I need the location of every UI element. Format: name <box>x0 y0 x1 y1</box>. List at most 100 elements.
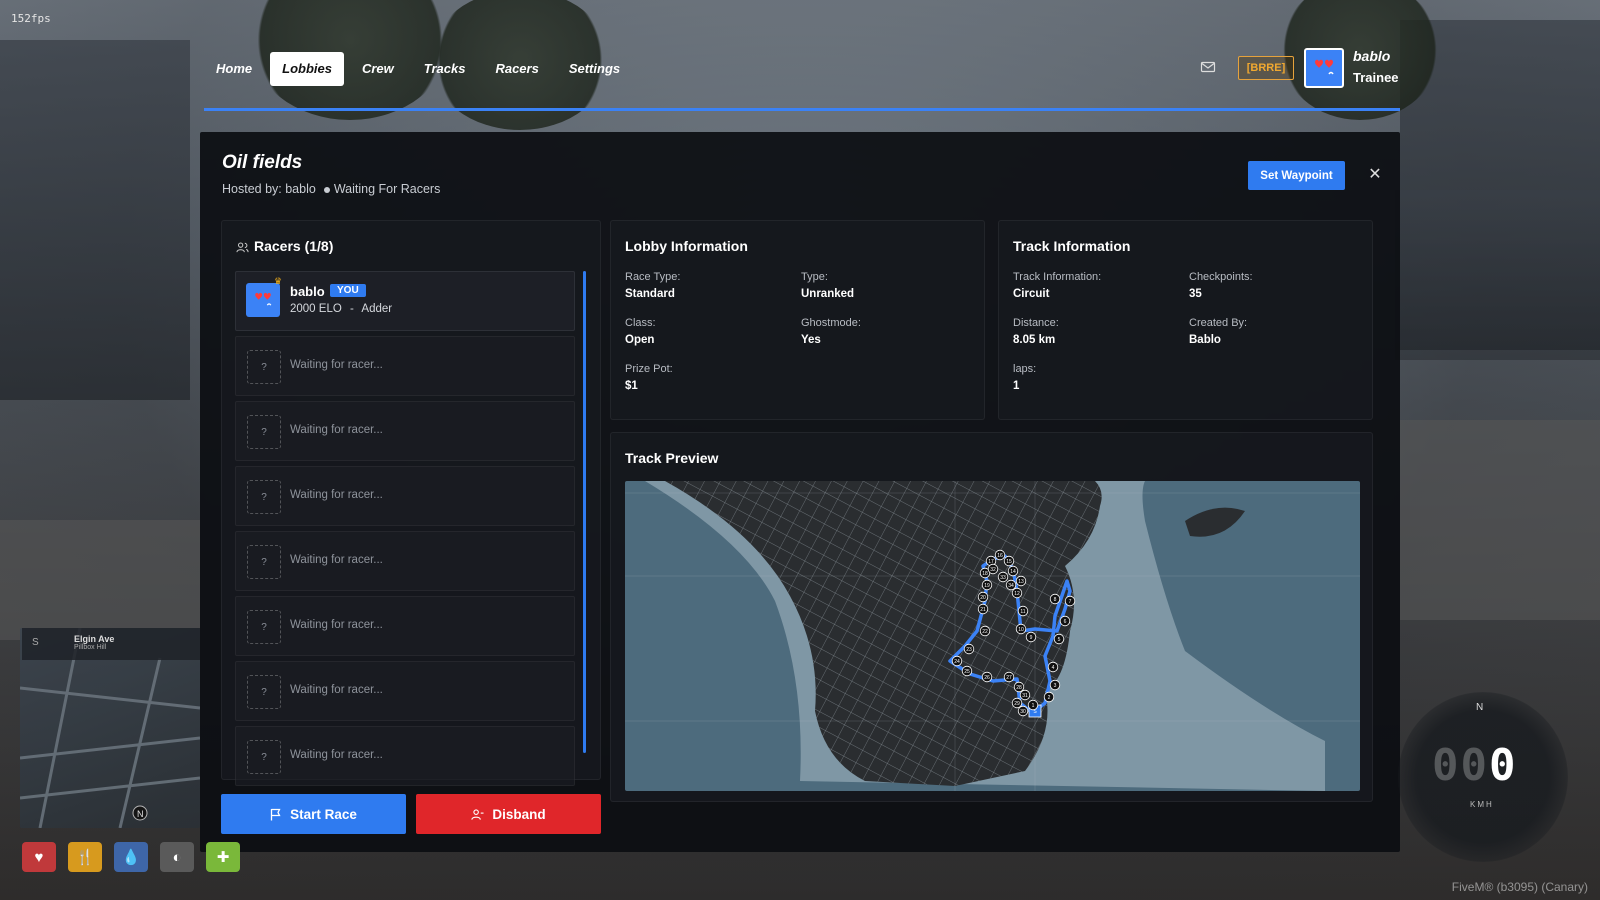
checkpoint-marker: 14 <box>1007 565 1019 577</box>
field-value: 1 <box>1013 380 1020 392</box>
waiting-label: Waiting for racer... <box>290 359 383 371</box>
racer-slot-empty: ? Waiting for racer... <box>235 661 575 721</box>
track-preview-title: Track Preview <box>625 450 719 466</box>
nav-tracks[interactable]: Tracks <box>412 52 478 86</box>
user-rank: Trainee <box>1353 70 1399 85</box>
checkpoint-label: 14 <box>1010 569 1016 575</box>
checkpoint-label: 32 <box>990 567 996 573</box>
checkpoint-marker: 1 <box>1027 699 1039 711</box>
field-label: Distance: <box>1013 317 1059 329</box>
checkpoint-label: 3 <box>1054 683 1057 689</box>
minimap-north: N <box>137 809 144 819</box>
checkpoint-marker: 15 <box>1003 555 1015 567</box>
checkpoint-marker: 5 <box>1053 633 1065 645</box>
track-info-title: Track Information <box>1013 238 1131 254</box>
checkpoint-label: 10 <box>1018 627 1024 633</box>
set-waypoint-button[interactable]: Set Waypoint <box>1248 161 1345 190</box>
field-created-by: Created By: Bablo <box>1189 317 1247 346</box>
checkpoint-label: 20 <box>980 595 986 601</box>
mail-icon[interactable] <box>1200 59 1216 75</box>
status-hud: ♥ 🍴 💧 ◐ ✚ <box>22 842 240 872</box>
checkpoint-label: 22 <box>982 629 988 635</box>
nav-crew[interactable]: Crew <box>350 52 406 86</box>
empty-slot-icon: ? <box>247 675 281 709</box>
heart-eyes-icon <box>255 292 272 306</box>
racer-details: 2000 ELO - Adder <box>290 303 392 315</box>
waiting-label: Waiting for racer... <box>290 554 383 566</box>
racer-list-scrollbar[interactable] <box>583 271 586 753</box>
close-icon[interactable]: ✕ <box>1364 164 1386 186</box>
track-map[interactable]: S 1 2 3 4 5 6 7 8 9 10 11 12 13 14 15 16 17 18 19 20 21 22 23 24… <box>625 481 1360 791</box>
heart-eyes-icon <box>1315 59 1334 75</box>
checkpoint-marker: 3 <box>1049 679 1061 691</box>
checkpoint-marker: 30 <box>1017 705 1029 717</box>
track-info-card: Track Information Track Information: Cir… <box>998 220 1373 420</box>
field-race-type: Race Type: Standard <box>625 271 680 300</box>
speed-readout: 000 <box>1432 740 1517 791</box>
field-label: Checkpoints: <box>1189 271 1253 283</box>
district-name: Pillbox Hill <box>74 644 107 651</box>
field-value: Open <box>625 334 655 346</box>
food-icon: 🍴 <box>68 842 102 872</box>
street-name: Elgin Ave <box>74 634 115 644</box>
field-value: Standard <box>625 288 675 300</box>
empty-slot-icon: ? <box>247 480 281 514</box>
empty-slot-icon: ? <box>247 610 281 644</box>
start-race-label: Start Race <box>290 806 357 822</box>
checkpoint-marker: 26 <box>981 671 993 683</box>
checkpoint-marker: 25 <box>961 665 973 677</box>
nav-user-info: bablo Trainee <box>1353 48 1399 85</box>
racer-slot-empty: ? Waiting for racer... <box>235 336 575 396</box>
checkpoint-marker: 19 <box>981 579 993 591</box>
checkpoint-marker: 7 <box>1064 595 1076 607</box>
checkpoint-label: 33 <box>1000 575 1006 581</box>
checkpoint-label: 11 <box>1020 609 1025 615</box>
checkpoint-label: 28 <box>1016 685 1022 691</box>
checkpoint-marker: 11 <box>1017 605 1029 617</box>
status-text: Waiting For Racers <box>333 182 441 196</box>
avatar[interactable] <box>1304 48 1344 88</box>
field-label: laps: <box>1013 363 1037 375</box>
map-svg: S123456789101112131415161718192021222324… <box>625 481 1360 791</box>
racers-card: Racers (1/8) ♛ bablo YOU 2000 ELO - Adde… <box>221 220 601 786</box>
lobby-panel: Oil fields Hosted by: bablo Waiting For … <box>200 132 1400 852</box>
checkpoint-label: 18 <box>982 571 988 577</box>
start-race-button[interactable]: Start Race <box>221 794 406 834</box>
checkpoint-marker: 24 <box>951 655 963 667</box>
field-label: Created By: <box>1189 317 1248 329</box>
disband-button[interactable]: Disband <box>416 794 601 834</box>
empty-slot-icon: ? <box>247 415 281 449</box>
stamina-icon: ✚ <box>206 842 240 872</box>
checkpoint-label: 6 <box>1064 619 1067 625</box>
checkpoint-marker: 22 <box>979 625 991 637</box>
racer-slot-filled[interactable]: ♛ bablo YOU 2000 ELO - Adder <box>235 271 575 331</box>
field-value: $1 <box>625 380 638 392</box>
brain-icon: ◐ <box>160 842 194 872</box>
status-badge: Waiting For Racers <box>323 182 441 196</box>
user-name: bablo <box>1353 48 1391 64</box>
field-label: Type: <box>801 271 828 283</box>
waiting-label: Waiting for racer... <box>290 489 383 501</box>
empty-slot-icon: ? <box>247 740 281 774</box>
speed-ghost: 00 <box>1432 740 1489 791</box>
nav-settings[interactable]: Settings <box>557 52 632 86</box>
field-class: Class: Open <box>625 317 656 346</box>
checkpoint-label: 29 <box>1014 701 1020 707</box>
checkpoint-marker: 8 <box>1049 593 1061 605</box>
racer-name: bablo <box>290 284 325 299</box>
checkpoint-label: 19 <box>984 583 990 589</box>
nav-racers[interactable]: Racers <box>483 52 550 86</box>
health-icon: ♥ <box>22 842 56 872</box>
field-laps: laps: 1 <box>1013 363 1036 392</box>
avatar <box>246 283 280 317</box>
field-value: 8.05 km <box>1013 334 1056 346</box>
field-label: Ghostmode: <box>801 317 861 329</box>
nav-lobbies[interactable]: Lobbies <box>270 52 344 86</box>
checkpoint-label: 23 <box>966 647 972 653</box>
nav-home[interactable]: Home <box>204 52 264 86</box>
checkpoint-marker: 34 <box>1005 579 1017 591</box>
track-preview-card: Track Preview S 1 2 3 4 5 6 7 8 9 10 11 12 13 14 15 16 17… <box>610 432 1373 802</box>
racer-car: Adder <box>361 303 393 315</box>
racer-list: ♛ bablo YOU 2000 ELO - Adder ? Waiting fo… <box>235 271 575 791</box>
checkpoint-label: 4 <box>1052 665 1055 671</box>
